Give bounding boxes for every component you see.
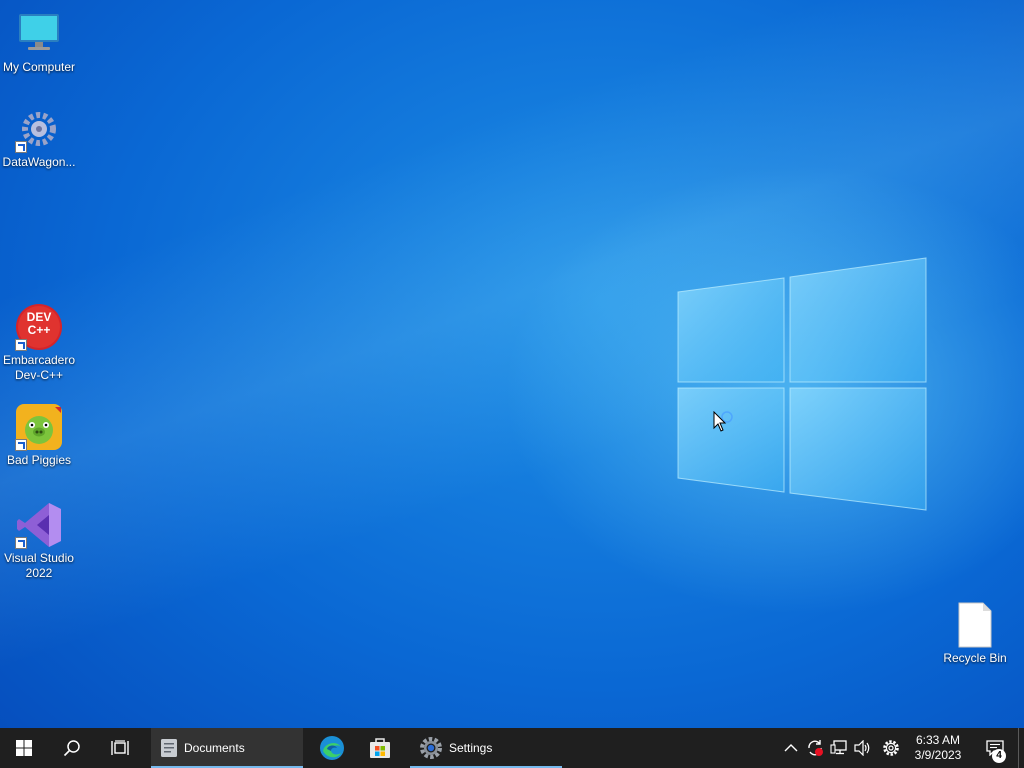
dev-cpp-icon: DEV C++ [15,303,63,351]
tray-volume[interactable] [851,728,875,768]
desktop-icon-bad-piggies[interactable]: Bad Piggies [0,403,78,468]
desktop-icon-label: My Computer [2,60,76,74]
shortcut-arrow-icon [15,141,27,153]
desktop-icon-my-computer[interactable]: My Computer [0,10,78,75]
visual-studio-icon [15,501,63,549]
desktop-icon-label: Bad Piggies [6,453,72,467]
edge-icon [320,736,344,760]
desktop-icon-visual-studio[interactable]: Visual Studio 2022 [0,501,78,581]
desktop-icon-datawagon[interactable]: DataWagon... [0,105,78,170]
settings-gear-icon [420,737,442,759]
taskbar-app-label: Settings [449,741,493,755]
notification-count-badge: 4 [992,749,1006,763]
taskbar-clock[interactable]: 6:33 AM 3/9/2023 [904,728,972,768]
network-icon [830,740,847,755]
taskbar-app-edge[interactable] [308,728,356,768]
windows-start-icon [16,740,32,756]
taskbar-app-label: Documents [184,741,245,755]
shortcut-arrow-icon [15,339,27,351]
desktop-icon-label: Visual Studio 2022 [4,551,74,580]
show-desktop-button[interactable] [1018,728,1024,768]
windows-logo-wallpaper [677,257,927,511]
blank-file-icon [951,601,999,649]
clock-date: 3/9/2023 [914,748,962,762]
chevron-up-icon [784,744,798,752]
tray-settings[interactable] [878,728,904,768]
tray-sync-status[interactable] [803,728,827,768]
shortcut-arrow-icon [15,439,27,451]
speaker-icon [854,740,870,756]
mouse-pointer-icon [713,411,733,432]
sync-error-icon [808,740,823,756]
desktop-icon-dev-cpp[interactable]: DEV C++ Embarcadero Dev-C++ [0,303,78,383]
shortcut-arrow-icon [15,537,27,549]
gear-cluster-icon [15,105,63,153]
search-icon [63,740,80,757]
taskbar-app-settings[interactable]: Settings [410,728,562,768]
monitor-icon [15,10,63,58]
document-icon [161,739,177,757]
tray-network[interactable] [827,728,851,768]
bad-piggies-icon [15,403,63,451]
desktop[interactable]: My Computer DataWagon... DEV C++ Embarca… [0,0,1024,728]
desktop-icon-label: Embarcadero Dev-C++ [2,353,76,382]
task-view-icon [111,740,129,755]
show-hidden-icons-button[interactable] [780,728,802,768]
desktop-icon-recycle-bin[interactable]: Recycle Bin [936,601,1014,666]
clock-time: 6:33 AM [915,733,961,747]
taskbar-app-documents[interactable]: Documents [151,728,303,768]
taskbar-app-store[interactable] [356,728,404,768]
desktop-icon-label: Recycle Bin [943,651,1007,665]
dev-cpp-logo-text: DEV C++ [26,310,52,337]
taskbar: Documents Settings 6:33 AM 3/9/2023 4 [0,728,1024,768]
start-button[interactable] [0,728,48,768]
gear-icon [883,740,899,756]
search-button[interactable] [48,728,96,768]
desktop-icon-label: DataWagon... [2,155,76,169]
store-icon [370,738,390,758]
task-view-button[interactable] [96,728,144,768]
